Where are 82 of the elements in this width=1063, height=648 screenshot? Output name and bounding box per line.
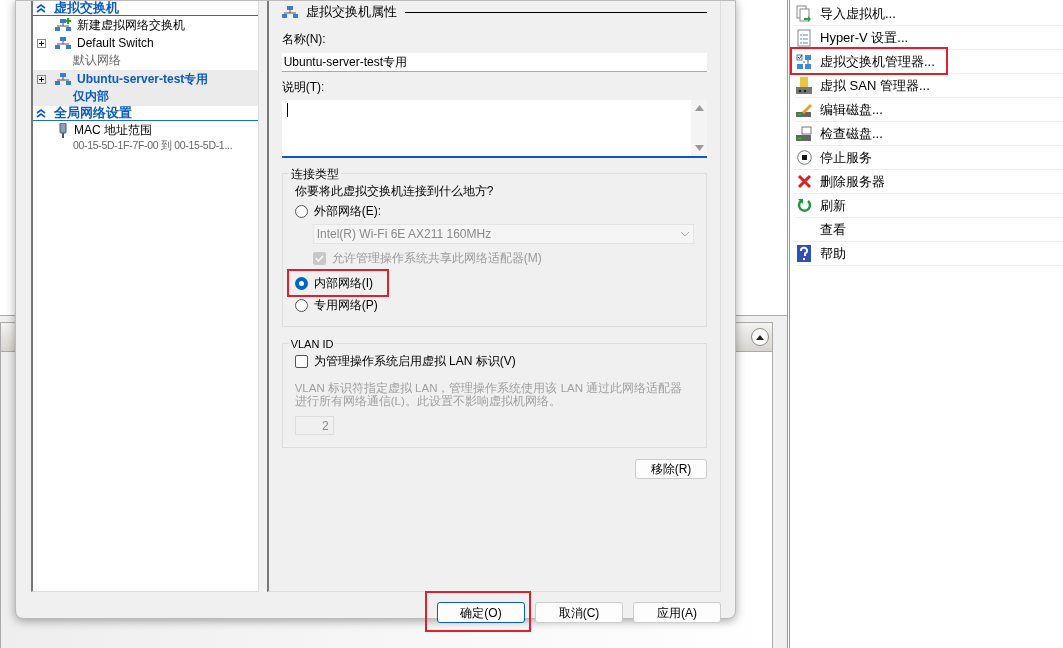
- add-network-icon: [55, 18, 71, 32]
- section-header[interactable]: 全局网络设置: [33, 106, 258, 121]
- name-field[interactable]: Ubuntu-server-test专用: [281, 53, 707, 72]
- action-item[interactable]: 编辑磁盘...: [794, 98, 1063, 122]
- storage-icon: [796, 76, 812, 95]
- scroll-up-icon[interactable]: [694, 105, 704, 111]
- action-label: 帮助: [820, 244, 846, 263]
- action-item[interactable]: 帮助: [794, 242, 1063, 266]
- radio-button[interactable]: [294, 298, 308, 312]
- section-header[interactable]: 虚拟交换机: [33, 1, 258, 16]
- expand-icon[interactable]: [37, 74, 46, 84]
- refresh-icon: [796, 198, 812, 213]
- disk-icon: [796, 125, 812, 142]
- radio-button[interactable]: [294, 276, 308, 290]
- action-label: Hyper-V 设置...: [820, 28, 909, 47]
- radio-label: 内部网络(I): [313, 275, 373, 292]
- action-label: 查看: [820, 220, 846, 239]
- action-item[interactable]: Hyper-V 设置...: [794, 26, 1063, 50]
- tree-item-subtitle: 默认网络: [73, 52, 121, 69]
- tree-item-label: Ubuntu-server-test专用: [77, 71, 209, 88]
- network-icon: [55, 36, 71, 50]
- caret-up-icon: [756, 334, 764, 340]
- question-text: 你要将此虚拟交换机连接到什么地方?: [294, 183, 495, 200]
- network-icon: [55, 72, 71, 86]
- action-label: 编辑磁盘...: [820, 100, 883, 119]
- action-label: 导入虚拟机...: [820, 4, 896, 23]
- network-adapter-icon: [58, 122, 68, 138]
- action-item[interactable]: 导入虚拟机...: [794, 2, 1063, 26]
- dialog-button[interactable]: 应用(A): [633, 602, 721, 623]
- close-icon: [796, 174, 812, 189]
- checklist-document-icon: [797, 28, 811, 47]
- action-item[interactable]: 查看: [794, 218, 1063, 242]
- tree-item-subtitle: 仅内部: [73, 88, 109, 105]
- action-item[interactable]: 删除服务器: [794, 170, 1063, 194]
- field-label: 说明(T):: [281, 79, 326, 96]
- tree-item[interactable]: MAC 地址范围 00-15-5D-1F-7F-00 到 00-15-5D-1...: [33, 121, 258, 155]
- collapse-button[interactable]: [751, 328, 769, 346]
- action-label: 停止服务: [820, 148, 872, 167]
- stop-icon: [796, 150, 812, 165]
- chevron-down-icon: [680, 231, 690, 237]
- pane-title: 虚拟交换机属性: [305, 3, 397, 22]
- field-label: 名称(N):: [281, 31, 327, 48]
- scroll-down-icon[interactable]: [694, 145, 704, 151]
- tree-item-label: Default Switch: [77, 35, 154, 52]
- action-item[interactable]: 停止服务: [794, 146, 1063, 170]
- expand-icon[interactable]: [37, 38, 46, 48]
- description-text: VLAN 标识符指定虚拟 LAN，管理操作系统使用该 LAN 通过此网络适配器进行所有网络通信(L)。此设置不影响虚拟机网络。: [294, 382, 684, 408]
- section-title: 虚拟交换机: [54, 0, 119, 18]
- action-label: 检查磁盘...: [820, 124, 883, 143]
- group-title: 连接类型: [288, 165, 341, 183]
- document-import-icon: [796, 4, 812, 23]
- tree-item[interactable]: Default Switch 默认网络: [33, 34, 258, 70]
- tree-item-label: 新建虚拟网络交换机: [77, 17, 185, 34]
- network-icon: [281, 5, 298, 19]
- network-grid-icon: [796, 53, 812, 70]
- radio-button[interactable]: [294, 204, 308, 218]
- collapse-icon: [36, 108, 46, 118]
- collapse-icon: [36, 3, 46, 13]
- action-item[interactable]: 虚拟 SAN 管理器...: [794, 74, 1063, 98]
- dialog-button[interactable]: 确定(O): [437, 602, 525, 623]
- tree-item-label: MAC 地址范围: [74, 122, 152, 139]
- tree-item[interactable]: Ubuntu-server-test专用 仅内部: [33, 70, 258, 106]
- checkbox-label: 为管理操作系统启用虚拟 LAN 标识(V): [313, 353, 516, 370]
- action-label: 虚拟 SAN 管理器...: [820, 76, 930, 95]
- radio-label: 外部网络(E):: [313, 203, 381, 220]
- help-icon: [797, 245, 811, 262]
- action-label: 删除服务器: [820, 172, 885, 191]
- action-item[interactable]: 刷新: [794, 194, 1063, 218]
- scrollbar[interactable]: [691, 100, 707, 156]
- checkbox-label: 允许管理操作系统共享此网络适配器(M): [331, 250, 542, 267]
- remove-button[interactable]: 移除(R): [635, 459, 707, 479]
- tree-item-subtitle: 00-15-5D-1F-7F-00 到 00-15-5D-1...: [73, 138, 233, 153]
- action-item[interactable]: 检查磁盘...: [794, 122, 1063, 146]
- disk-pencil-icon: [796, 101, 812, 118]
- section-title: 全局网络设置: [54, 104, 132, 123]
- dialog-button[interactable]: 取消(C): [535, 602, 623, 623]
- notes-field[interactable]: [281, 100, 707, 158]
- action-label: 虚拟交换机管理器...: [820, 52, 935, 71]
- tree-item[interactable]: 新建虚拟网络交换机: [33, 16, 258, 34]
- action-label: 刷新: [820, 196, 846, 215]
- radio-label: 专用网络(P): [313, 297, 378, 314]
- action-item[interactable]: 虚拟交换机管理器...: [794, 50, 1063, 74]
